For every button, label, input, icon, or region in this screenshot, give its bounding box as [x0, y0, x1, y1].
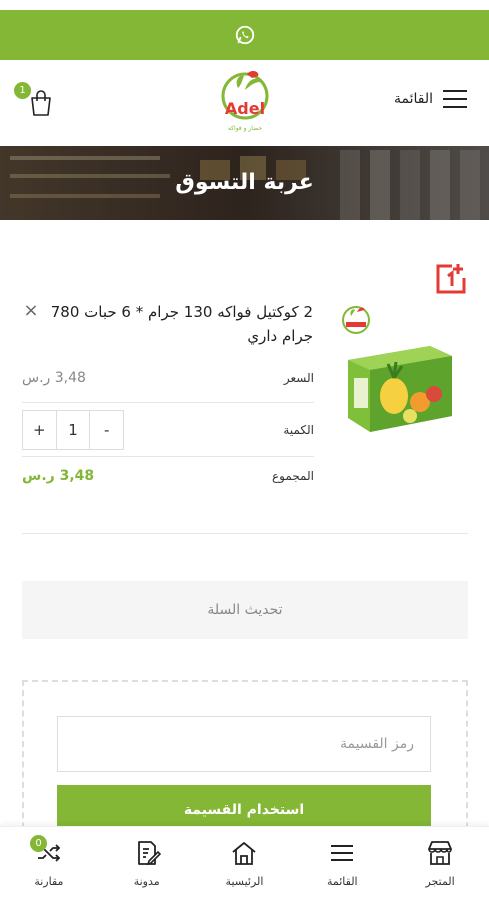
blog-icon	[137, 841, 161, 866]
nav-compare[interactable]: 0 مقارنة	[0, 827, 98, 900]
page-hero: عربة التسوق	[0, 146, 489, 220]
nav-label: المتجر	[425, 875, 455, 888]
page-title: عربة التسوق	[175, 170, 314, 195]
store-icon	[428, 841, 452, 865]
total-value: 3,48 ر.س	[22, 468, 95, 484]
whatsapp-bar[interactable]	[0, 10, 489, 60]
quantity-label: الكمية	[283, 423, 314, 437]
status-strip	[0, 0, 489, 10]
bottom-navigation: 0 مقارنة مدونة الرئيسية القائمة المتجر	[0, 826, 489, 900]
nav-label: مقارنة	[34, 875, 64, 888]
product-image[interactable]	[334, 298, 456, 438]
logo-text: Adel	[225, 99, 265, 118]
cart-count-badge: 1	[14, 82, 31, 99]
menu-label: القائمة	[394, 91, 433, 107]
coupon-code-input[interactable]	[57, 716, 431, 772]
price-row: 3,48 ر.س السعر	[22, 370, 314, 386]
home-icon	[232, 842, 257, 865]
menu-button[interactable]: القائمة	[394, 90, 467, 108]
logo-graphic: Adel خضار و فواكه	[221, 70, 269, 132]
nav-label: مدونة	[133, 875, 160, 888]
quantity-row: + 1 - الكمية	[22, 410, 314, 450]
row-separator	[22, 402, 314, 403]
section-divider	[22, 533, 468, 534]
total-row: 3,48 ر.س المجموع	[22, 468, 314, 484]
nav-menu[interactable]: القائمة	[293, 827, 391, 900]
product-name-link[interactable]: 2 كوكتيل فواكه 130 جرام * 6 حبات 780 جرا…	[23, 300, 313, 348]
price-label: السعر	[283, 371, 314, 385]
site-logo[interactable]: Adel خضار و فواكه	[214, 66, 276, 142]
row-separator	[22, 456, 314, 457]
nav-label: الرئيسية	[225, 875, 264, 888]
quantity-increase-button[interactable]: +	[23, 411, 56, 449]
whatsapp-icon[interactable]	[234, 24, 256, 46]
hamburger-icon	[443, 90, 467, 108]
menu-icon	[331, 845, 354, 861]
quantity-decrease-button[interactable]: -	[90, 411, 123, 449]
product-thumbnail	[342, 306, 452, 432]
quantity-value[interactable]: 1	[55, 411, 91, 449]
price-value: 3,48 ر.س	[22, 370, 86, 386]
site-header: 1 Adel خضار و فواكه القائمة	[0, 60, 489, 146]
total-label: المجموع	[272, 469, 314, 483]
logo-subtitle: خضار و فواكه	[228, 125, 262, 132]
nav-label: القائمة	[326, 875, 358, 888]
quantity-stepper[interactable]: + 1 -	[22, 410, 124, 450]
update-cart-button[interactable]: تحديث السلة	[22, 581, 468, 639]
nav-home[interactable]: الرئيسية	[196, 827, 294, 900]
compare-count-badge: 0	[30, 835, 47, 852]
nav-store[interactable]: المتجر	[391, 827, 489, 900]
oneplus-logo: 1+	[436, 264, 466, 294]
nav-blog[interactable]: مدونة	[98, 827, 196, 900]
